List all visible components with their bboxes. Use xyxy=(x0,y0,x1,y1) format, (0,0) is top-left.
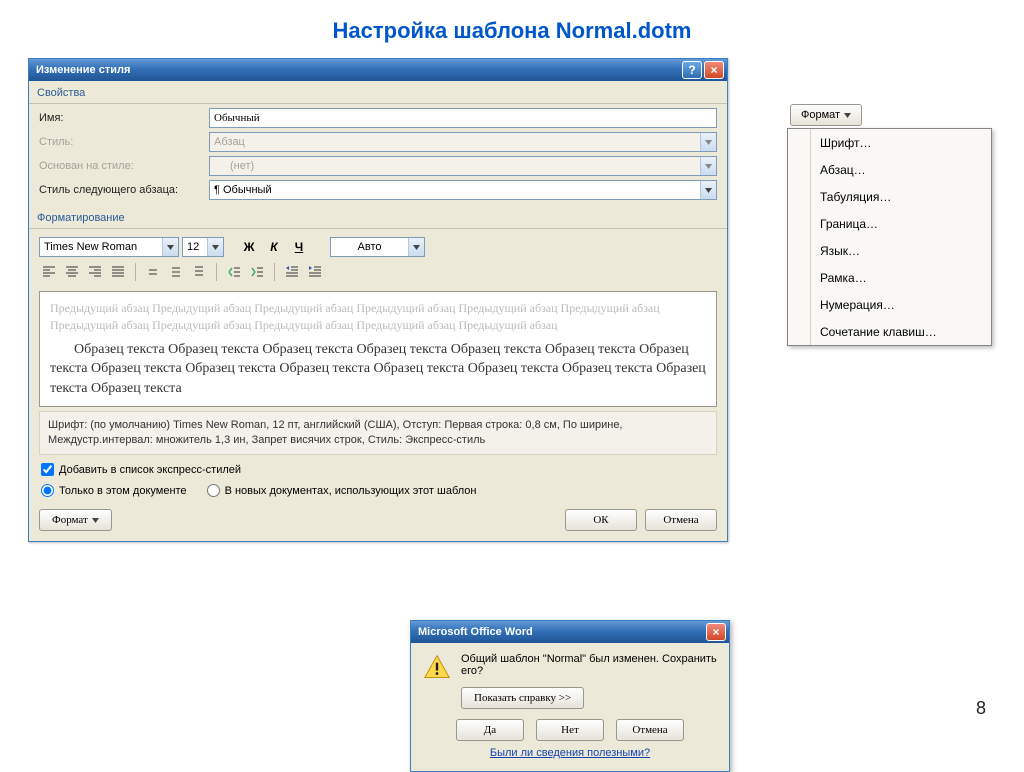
menu-item-border[interactable]: Граница… xyxy=(788,210,991,237)
chevron-down-icon[interactable] xyxy=(700,181,716,199)
based-on-label: Основан на стиле: xyxy=(39,160,199,172)
modify-style-dialog: Изменение стиля ? × Свойства Имя: Стиль:… xyxy=(28,58,728,542)
chevron-down-icon[interactable] xyxy=(408,238,424,256)
line-spacing-2-icon[interactable] xyxy=(189,263,209,281)
format-menu-list: Шрифт… Абзац… Табуляция… Граница… Язык… … xyxy=(787,128,992,346)
preview-box: Предыдущий абзац Предыдущий абзац Предыд… xyxy=(39,291,717,407)
menu-item-font[interactable]: Шрифт… xyxy=(788,129,991,156)
section-formatting: Форматирование xyxy=(29,206,727,226)
chevron-down-icon[interactable] xyxy=(207,238,223,256)
chevron-down-icon xyxy=(700,157,716,175)
msg-cancel-button[interactable]: Отмена xyxy=(616,719,684,741)
new-docs-radio[interactable] xyxy=(207,484,220,497)
save-template-msgbox: Microsoft Office Word × Общий шаблон "No… xyxy=(410,620,730,772)
msgbox-text: Общий шаблон "Normal" был изменен. Сохра… xyxy=(461,653,717,677)
menu-item-numbering[interactable]: Нумерация… xyxy=(788,291,991,318)
format-menu-button[interactable]: Формат xyxy=(790,104,862,126)
menu-item-frame[interactable]: Рамка… xyxy=(788,264,991,291)
ok-button[interactable]: ОК xyxy=(565,509,637,531)
line-spacing-15-icon[interactable] xyxy=(166,263,186,281)
warning-icon xyxy=(423,653,451,681)
add-quickstyle-label: Добавить в список экспресс-стилей xyxy=(59,464,241,476)
chevron-down-icon[interactable] xyxy=(162,238,178,256)
chevron-down-icon xyxy=(92,518,99,523)
font-select[interactable]: Times New Roman xyxy=(39,237,179,257)
bold-button[interactable]: Ж xyxy=(238,237,260,257)
close-button[interactable]: × xyxy=(704,61,724,79)
style-select: Абзац xyxy=(209,132,717,152)
preview-sample: Образец текста Образец текста Образец те… xyxy=(50,340,706,399)
chevron-down-icon xyxy=(700,133,716,151)
feedback-link[interactable]: Были ли сведения полезными? xyxy=(423,745,717,763)
dialog-title: Изменение стиля xyxy=(36,64,130,76)
preview-previous: Предыдущий абзац Предыдущий абзац Предыд… xyxy=(50,300,706,334)
menu-item-paragraph[interactable]: Абзац… xyxy=(788,156,991,183)
chevron-down-icon xyxy=(844,113,851,118)
align-left-icon[interactable] xyxy=(39,263,59,281)
new-docs-label: В новых документах, использующих этот ша… xyxy=(225,485,477,497)
help-button[interactable]: ? xyxy=(682,61,702,79)
line-spacing-1-icon[interactable] xyxy=(143,263,163,281)
page-number: 8 xyxy=(976,698,986,719)
format-button[interactable]: Формат xyxy=(39,509,112,531)
msgbox-title: Microsoft Office Word xyxy=(418,626,533,638)
next-style-select[interactable]: ¶ Обычный xyxy=(209,180,717,200)
space-before-icon[interactable] xyxy=(224,263,244,281)
next-style-label: Стиль следующего абзаца: xyxy=(39,184,199,196)
msgbox-close-button[interactable]: × xyxy=(706,623,726,641)
based-on-select: (нет) xyxy=(209,156,717,176)
yes-button[interactable]: Да xyxy=(456,719,524,741)
align-center-icon[interactable] xyxy=(62,263,82,281)
name-label: Имя: xyxy=(39,112,199,124)
format-menu-popup: Формат Шрифт… Абзац… Табуляция… Граница…… xyxy=(787,104,992,346)
name-input[interactable] xyxy=(209,108,717,128)
decrease-indent-icon[interactable] xyxy=(282,263,302,281)
italic-button[interactable]: К xyxy=(263,237,285,257)
only-this-doc-label: Только в этом документе xyxy=(59,485,187,497)
align-justify-icon[interactable] xyxy=(108,263,128,281)
style-description: Шрифт: (по умолчанию) Times New Roman, 1… xyxy=(39,411,717,455)
space-after-icon[interactable] xyxy=(247,263,267,281)
msgbox-titlebar: Microsoft Office Word × xyxy=(411,621,729,643)
menu-item-tabs[interactable]: Табуляция… xyxy=(788,183,991,210)
page-title: Настройка шаблона Normal.dotm xyxy=(0,0,1024,54)
menu-item-shortcut[interactable]: Сочетание клавиш… xyxy=(788,318,991,345)
section-properties: Свойства xyxy=(29,81,727,101)
font-color-select[interactable]: Авто xyxy=(330,237,425,257)
show-help-button[interactable]: Показать справку >> xyxy=(461,687,584,709)
font-size-select[interactable]: 12 xyxy=(182,237,224,257)
style-label: Стиль: xyxy=(39,136,199,148)
increase-indent-icon[interactable] xyxy=(305,263,325,281)
only-this-doc-radio[interactable] xyxy=(41,484,54,497)
underline-button[interactable]: Ч xyxy=(288,237,310,257)
dialog-titlebar: Изменение стиля ? × xyxy=(29,59,727,81)
align-right-icon[interactable] xyxy=(85,263,105,281)
cancel-button[interactable]: Отмена xyxy=(645,509,717,531)
add-quickstyle-checkbox[interactable] xyxy=(41,463,54,476)
no-button[interactable]: Нет xyxy=(536,719,604,741)
menu-item-language[interactable]: Язык… xyxy=(788,237,991,264)
